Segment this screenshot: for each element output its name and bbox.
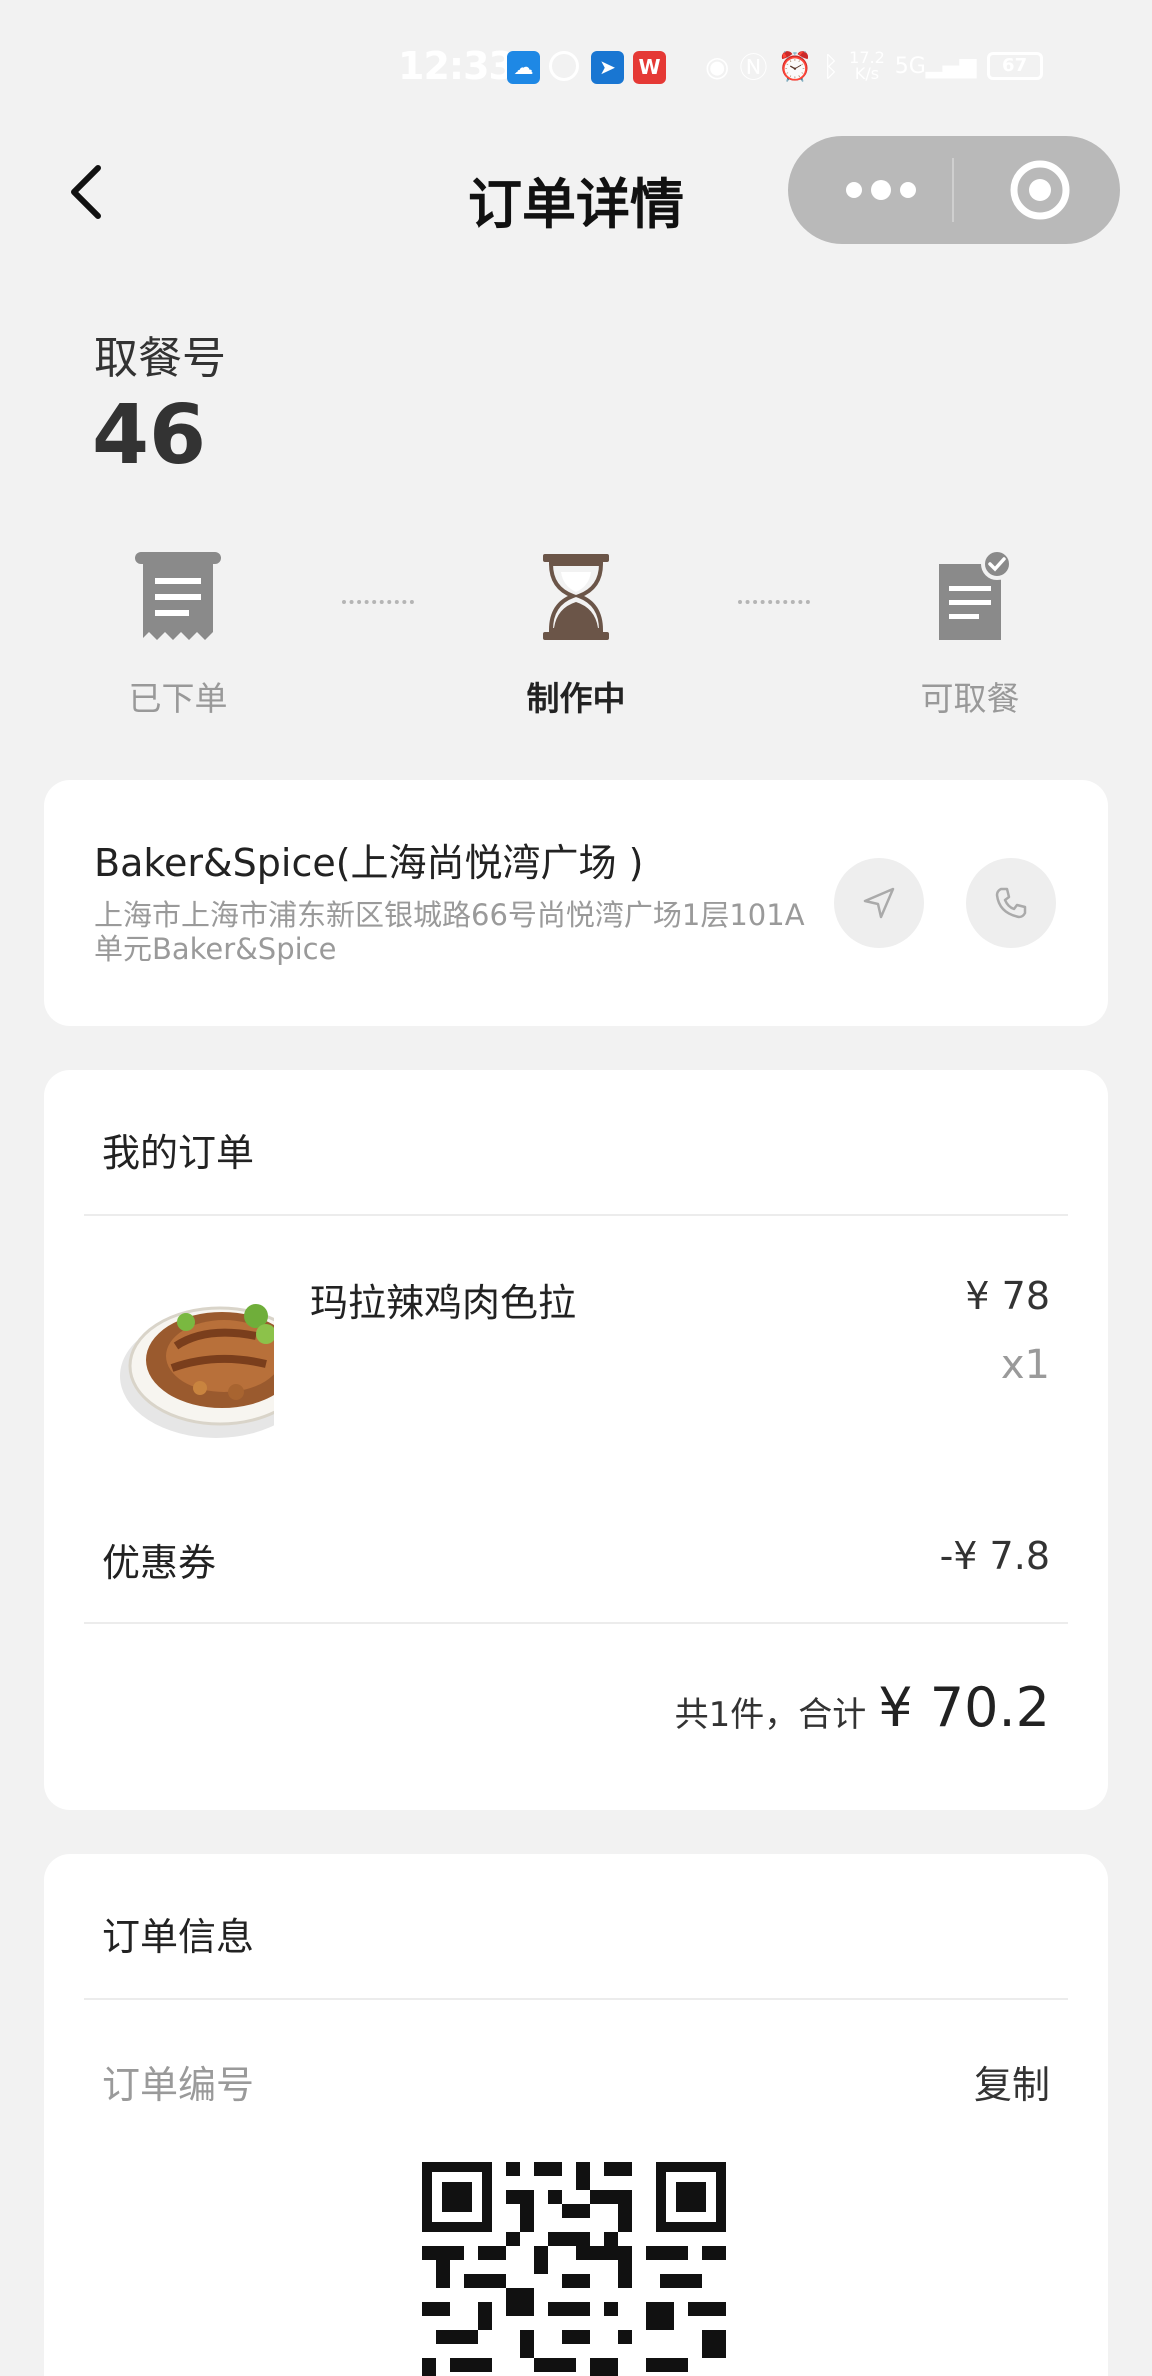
call-button[interactable] [966,858,1056,948]
battery-icon: 67 [986,52,1043,80]
target-icon [1010,160,1070,220]
order-card-title: 我的订单 [102,1131,255,1175]
step-label-preparing: 制作中 [526,679,626,718]
hourglass-icon [543,554,609,640]
product-price: ¥ 78 [965,1274,1050,1318]
alarm-icon: ⏰ [777,49,813,83]
step-label-ordered: 已下单 [128,679,228,718]
status-time: 12:33 [398,44,515,88]
status-icons: ◉ Ⓝ ⏰ ᛒ 17.2 K/s 5G▂▄▆ 67 [705,44,1043,88]
net-speed: 17.2 K/s [849,48,885,83]
product-quantity: x1 [1000,1342,1050,1388]
total-value: ¥ 70.2 [878,1676,1050,1739]
order-card: 我的订单 玛拉辣鸡肉色拉 ¥ 78 x1 优惠券 -¥ 7.8 共1件，合计 ¥… [44,1070,1108,1810]
mini-program-capsule [788,136,1120,244]
step-label-ready: 可取餐 [920,679,1020,718]
office-app-icon: W [633,51,666,84]
app-icon [549,51,579,81]
nav-bar: 订单详情 [0,130,1152,250]
close-miniprogram-button[interactable] [1008,158,1072,222]
status-bar: 12:33 ☁ ➤ W ◉ Ⓝ ⏰ ᛒ 17.2 K/s 5G▂▄▆ 67 [0,0,1152,130]
order-total: 共1件，合计 ¥ 70.2 [675,1676,1050,1739]
coupon-label: 优惠券 [102,1541,217,1585]
salad-photo [120,1304,274,1438]
store-name: Baker&Spice(上海尚悦湾广场 ) [94,841,644,885]
bluetooth-icon: ᛒ [822,49,840,83]
signal-icon: 5G▂▄▆ [894,53,977,79]
copy-button[interactable]: 复制 [974,2054,1050,2109]
store-card: Baker&Spice(上海尚悦湾广场 ) 上海市上海市浦东新区银城路66号尚悦… [44,780,1108,1026]
total-label: 共1件，合计 [674,1695,867,1735]
order-number-label: 订单编号 [102,2063,255,2107]
info-card-title: 订单信息 [102,1915,255,1959]
navigation-app-icon: ➤ [591,51,624,84]
pickup-number: 46 [92,388,207,483]
step-ordered: 已下单 [88,548,268,720]
coupon-value: -¥ 7.8 [939,1534,1050,1578]
step-connector [738,600,810,604]
divider [84,1998,1068,2000]
pickup-label: 取餐号 [94,333,226,384]
more-button[interactable] [836,176,926,204]
receipt-icon [135,552,221,640]
order-info-card: 订单信息 订单编号 复制 [44,1854,1108,2376]
divider [84,1622,1068,1624]
document-check-icon [939,548,1013,640]
step-connector [342,600,414,604]
product-image [116,1276,274,1446]
navigation-arrow-icon [863,887,895,919]
divider [84,1214,1068,1216]
more-dots-icon [846,180,916,200]
product-name: 玛拉辣鸡肉色拉 [310,1281,577,1325]
phone-icon [995,887,1027,919]
eye-icon: ◉ [705,49,730,83]
store-address: 上海市上海市浦东新区银城路66号尚悦湾广场1层101A单元Baker&Spice [94,898,805,966]
capsule-divider [952,158,954,222]
weather-app-icon: ☁ [507,51,540,84]
order-qr-code [416,2156,732,2376]
step-preparing: 制作中 [486,548,666,720]
step-ready: 可取餐 [880,548,1060,720]
nfc-icon: Ⓝ [739,51,768,84]
navigate-button[interactable] [834,858,924,948]
